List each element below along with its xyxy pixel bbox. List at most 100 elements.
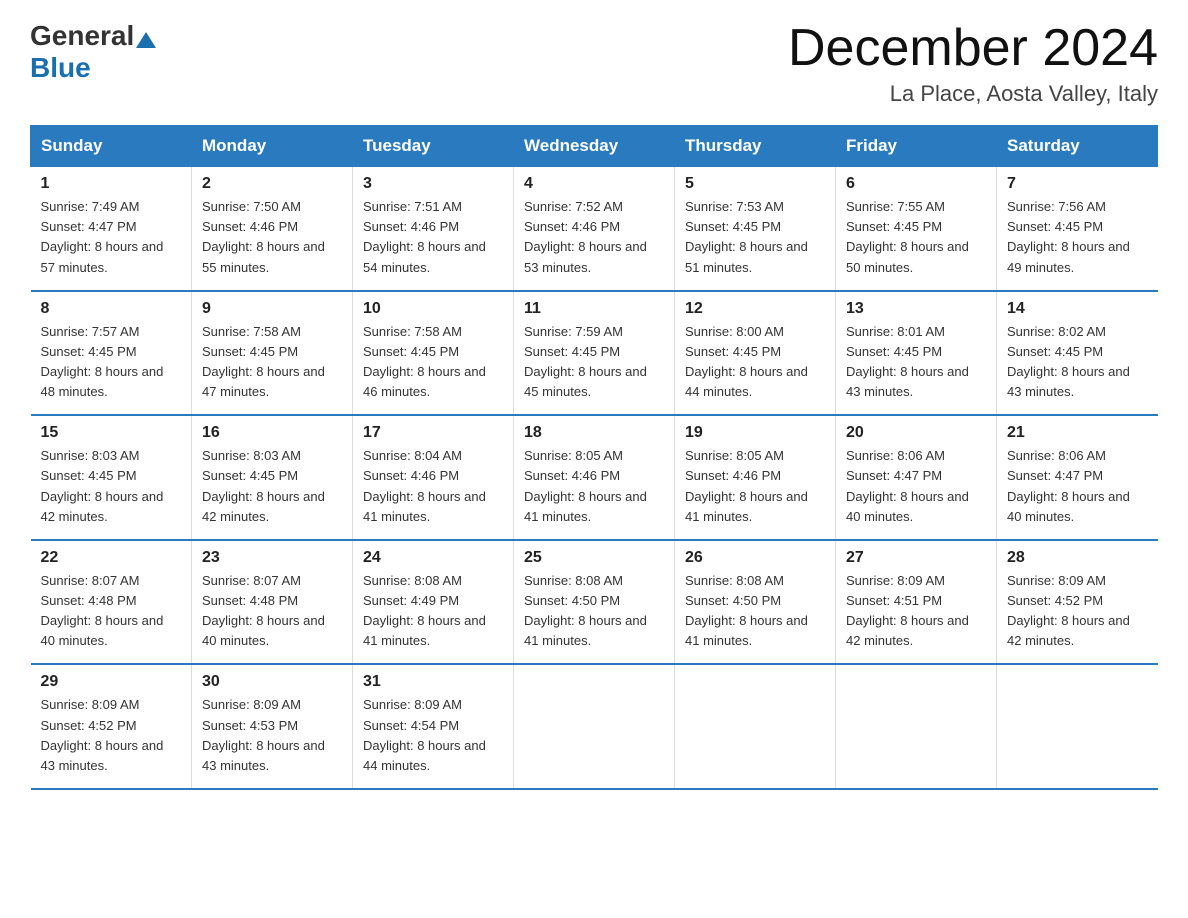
day-number: 2 [202,175,342,193]
calendar-cell: 13 Sunrise: 8:01 AMSunset: 4:45 PMDayligh… [836,291,997,416]
day-number: 5 [685,175,825,193]
day-number: 16 [202,424,342,442]
day-number: 11 [524,300,664,318]
calendar-cell: 14 Sunrise: 8:02 AMSunset: 4:45 PMDayligh… [997,291,1158,416]
day-info: Sunrise: 7:58 AMSunset: 4:45 PMDaylight:… [202,322,342,403]
day-info: Sunrise: 8:05 AMSunset: 4:46 PMDaylight:… [524,446,664,527]
calendar-cell: 4Sunrise: 7:52 AMSunset: 4:46 PMDaylight… [514,167,675,291]
day-number: 18 [524,424,664,442]
logo-blue-text: Blue [30,52,91,84]
calendar-cell: 25 Sunrise: 8:08 AMSunset: 4:50 PMDayligh… [514,540,675,665]
weekday-header-thursday: Thursday [675,126,836,167]
calendar-cell: 11 Sunrise: 7:59 AMSunset: 4:45 PMDayligh… [514,291,675,416]
day-number: 6 [846,175,986,193]
logo-general-text: General [30,20,134,52]
day-info: Sunrise: 8:04 AMSunset: 4:46 PMDaylight:… [363,446,503,527]
day-number: 12 [685,300,825,318]
day-info: Sunrise: 7:58 AMSunset: 4:45 PMDaylight:… [363,322,503,403]
calendar-cell: 30 Sunrise: 8:09 AMSunset: 4:53 PMDayligh… [192,664,353,789]
day-number: 31 [363,673,503,691]
day-info: Sunrise: 8:06 AMSunset: 4:47 PMDaylight:… [846,446,986,527]
day-number: 8 [41,300,182,318]
calendar-cell: 1 Sunrise: 7:49 AMSunset: 4:47 PMDaylight… [31,167,192,291]
day-info: Sunrise: 8:09 AMSunset: 4:52 PMDaylight:… [1007,571,1148,652]
calendar-cell: 23 Sunrise: 8:07 AMSunset: 4:48 PMDayligh… [192,540,353,665]
day-info: Sunrise: 7:50 AMSunset: 4:46 PMDaylight:… [202,197,342,278]
day-info: Sunrise: 7:53 AMSunset: 4:45 PMDaylight:… [685,197,825,278]
day-info: Sunrise: 8:02 AMSunset: 4:45 PMDaylight:… [1007,322,1148,403]
day-number: 23 [202,549,342,567]
day-info: Sunrise: 8:01 AMSunset: 4:45 PMDaylight:… [846,322,986,403]
calendar-cell: 21Sunrise: 8:06 AMSunset: 4:47 PMDayligh… [997,415,1158,540]
calendar-cell: 22 Sunrise: 8:07 AMSunset: 4:48 PMDayligh… [31,540,192,665]
day-number: 1 [41,175,182,193]
day-number: 17 [363,424,503,442]
calendar-cell: 8 Sunrise: 7:57 AMSunset: 4:45 PMDaylight… [31,291,192,416]
calendar-cell: 3 Sunrise: 7:51 AMSunset: 4:46 PMDaylight… [353,167,514,291]
calendar-cell: 29Sunrise: 8:09 AMSunset: 4:52 PMDayligh… [31,664,192,789]
calendar-cell: 27Sunrise: 8:09 AMSunset: 4:51 PMDayligh… [836,540,997,665]
day-info: Sunrise: 7:49 AMSunset: 4:47 PMDaylight:… [41,197,182,278]
calendar-week-row: 22 Sunrise: 8:07 AMSunset: 4:48 PMDayligh… [31,540,1158,665]
weekday-header-friday: Friday [836,126,997,167]
day-number: 13 [846,300,986,318]
day-number: 10 [363,300,503,318]
calendar-cell: 17 Sunrise: 8:04 AMSunset: 4:46 PMDayligh… [353,415,514,540]
calendar-cell [836,664,997,789]
logo: General Blue [30,20,158,84]
day-number: 14 [1007,300,1148,318]
calendar-cell [997,664,1158,789]
weekday-header-wednesday: Wednesday [514,126,675,167]
day-number: 25 [524,549,664,567]
day-info: Sunrise: 8:09 AMSunset: 4:51 PMDaylight:… [846,571,986,652]
calendar-cell: 12 Sunrise: 8:00 AMSunset: 4:45 PMDayligh… [675,291,836,416]
calendar-cell: 5 Sunrise: 7:53 AMSunset: 4:45 PMDaylight… [675,167,836,291]
day-info: Sunrise: 8:08 AMSunset: 4:50 PMDaylight:… [524,571,664,652]
day-info: Sunrise: 8:08 AMSunset: 4:49 PMDaylight:… [363,571,503,652]
logo-triangle-icon [136,32,156,48]
day-info: Sunrise: 8:09 AMSunset: 4:53 PMDaylight:… [202,695,342,776]
weekday-header-sunday: Sunday [31,126,192,167]
day-info: Sunrise: 7:55 AMSunset: 4:45 PMDaylight:… [846,197,986,278]
weekday-header-tuesday: Tuesday [353,126,514,167]
day-info: Sunrise: 7:56 AMSunset: 4:45 PMDaylight:… [1007,197,1148,278]
day-number: 30 [202,673,342,691]
day-info: Sunrise: 8:08 AMSunset: 4:50 PMDaylight:… [685,571,825,652]
day-info: Sunrise: 8:05 AMSunset: 4:46 PMDaylight:… [685,446,825,527]
location-text: La Place, Aosta Valley, Italy [788,81,1158,107]
day-number: 9 [202,300,342,318]
calendar-cell: 28Sunrise: 8:09 AMSunset: 4:52 PMDayligh… [997,540,1158,665]
day-number: 3 [363,175,503,193]
day-number: 21 [1007,424,1148,442]
month-title: December 2024 [788,20,1158,77]
calendar-week-row: 29Sunrise: 8:09 AMSunset: 4:52 PMDayligh… [31,664,1158,789]
day-number: 22 [41,549,182,567]
day-info: Sunrise: 8:00 AMSunset: 4:45 PMDaylight:… [685,322,825,403]
calendar-cell: 7 Sunrise: 7:56 AMSunset: 4:45 PMDaylight… [997,167,1158,291]
day-info: Sunrise: 7:51 AMSunset: 4:46 PMDaylight:… [363,197,503,278]
day-number: 24 [363,549,503,567]
day-number: 26 [685,549,825,567]
calendar-week-row: 15Sunrise: 8:03 AMSunset: 4:45 PMDayligh… [31,415,1158,540]
weekday-header-saturday: Saturday [997,126,1158,167]
day-info: Sunrise: 8:07 AMSunset: 4:48 PMDaylight:… [41,571,182,652]
calendar-cell: 20 Sunrise: 8:06 AMSunset: 4:47 PMDayligh… [836,415,997,540]
weekday-header-row: SundayMondayTuesdayWednesdayThursdayFrid… [31,126,1158,167]
calendar-cell: 26 Sunrise: 8:08 AMSunset: 4:50 PMDayligh… [675,540,836,665]
day-number: 19 [685,424,825,442]
calendar-cell [675,664,836,789]
day-number: 15 [41,424,182,442]
day-info: Sunrise: 7:57 AMSunset: 4:45 PMDaylight:… [41,322,182,403]
calendar-cell: 2 Sunrise: 7:50 AMSunset: 4:46 PMDaylight… [192,167,353,291]
day-info: Sunrise: 7:59 AMSunset: 4:45 PMDaylight:… [524,322,664,403]
calendar-week-row: 8 Sunrise: 7:57 AMSunset: 4:45 PMDaylight… [31,291,1158,416]
calendar-cell: 18 Sunrise: 8:05 AMSunset: 4:46 PMDayligh… [514,415,675,540]
day-number: 20 [846,424,986,442]
calendar-cell [514,664,675,789]
day-number: 7 [1007,175,1148,193]
day-info: Sunrise: 8:07 AMSunset: 4:48 PMDaylight:… [202,571,342,652]
weekday-header-monday: Monday [192,126,353,167]
calendar-cell: 31Sunrise: 8:09 AMSunset: 4:54 PMDayligh… [353,664,514,789]
page-header: General Blue December 2024 La Place, Aos… [30,20,1158,107]
calendar-cell: 15Sunrise: 8:03 AMSunset: 4:45 PMDayligh… [31,415,192,540]
